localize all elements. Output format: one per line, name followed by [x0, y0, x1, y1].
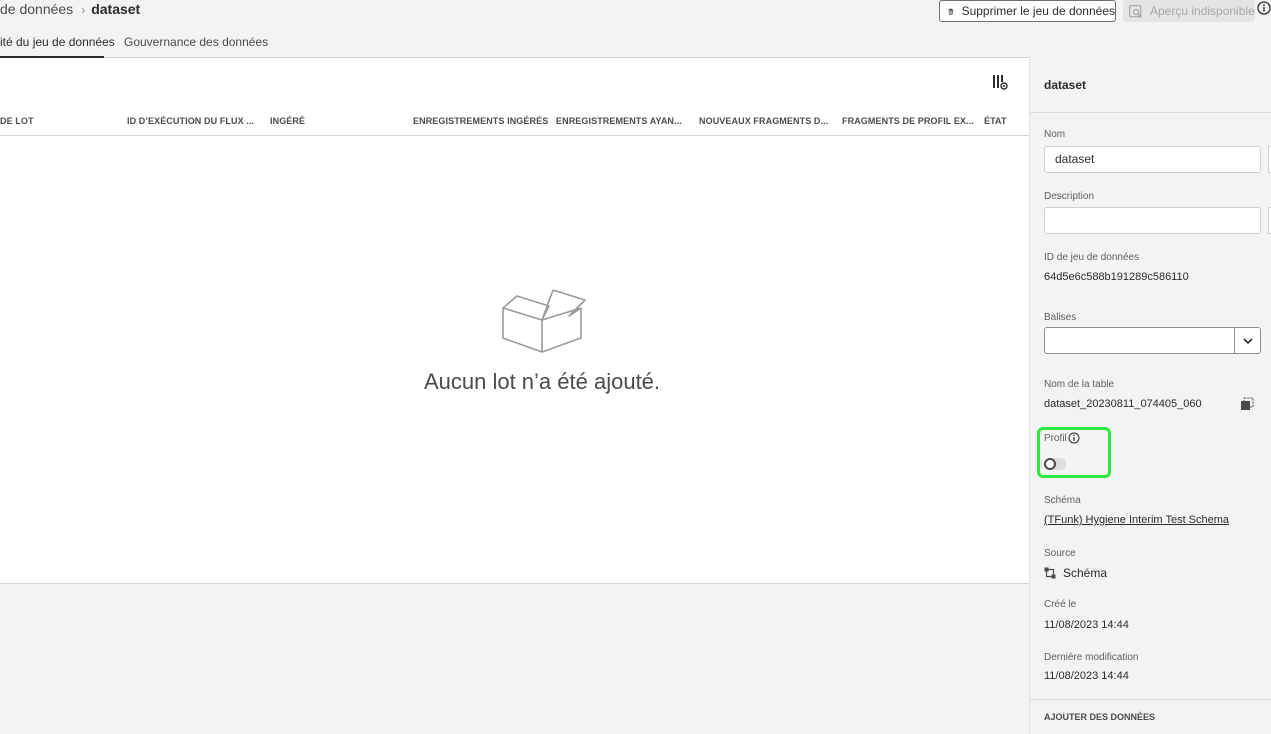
- table-name-value: dataset_20230811_074405_060: [1044, 398, 1202, 410]
- details-panel-title: dataset: [1044, 78, 1087, 92]
- name-label: Nom: [1044, 129, 1066, 140]
- table-name-label: Nom de la table: [1044, 379, 1115, 390]
- preview-unavailable-button[interactable]: Aperçu indisponible: [1123, 0, 1255, 22]
- name-input[interactable]: dataset: [1044, 146, 1261, 173]
- batches-table-panel: DE LOT ID D’EXÉCUTION DU FLUX ... INGÉRÉ…: [0, 58, 1029, 584]
- modified-label: Dernière modification: [1044, 652, 1139, 663]
- tab-bar: ité du jeu de données Gouvernance des do…: [0, 32, 1029, 58]
- dataset-details-panel: dataset Nom dataset Description ID de je…: [1030, 58, 1271, 734]
- column-header-flow-run-id[interactable]: ID D’EXÉCUTION DU FLUX ...: [127, 116, 254, 126]
- modified-value: 11/08/2023 14:44: [1044, 670, 1129, 682]
- dataset-activity-page: de données › dataset Supprimer le jeu de d…: [0, 0, 1271, 734]
- column-header-ingested[interactable]: INGÉRÉ: [270, 116, 305, 126]
- schema-link[interactable]: (TFunk) Hygiene Interim Test Schema: [1044, 514, 1229, 526]
- workflow-icon: [1044, 567, 1056, 579]
- delete-dataset-label: Supprimer le jeu de données: [961, 4, 1115, 18]
- column-header-records-ingested[interactable]: ENREGISTREMENTS INGÉRÉS: [413, 116, 548, 126]
- column-header-records-failed[interactable]: ENREGISTREMENTS AYAN...: [556, 116, 682, 126]
- tags-label: Balises: [1044, 312, 1077, 323]
- divider: [1030, 699, 1271, 700]
- tab-dataset-activity[interactable]: ité du jeu de données: [0, 35, 115, 58]
- divider: [1030, 112, 1271, 113]
- empty-state-message: Aucun lot n’a été ajouté.: [423, 369, 661, 394]
- column-header-profile-fragments[interactable]: FRAGMENTS DE PROFIL EX...: [842, 116, 974, 126]
- trash-icon: [948, 8, 954, 15]
- preview-unavailable-label: Aperçu indisponible: [1150, 4, 1255, 18]
- breadcrumb: de données › dataset: [0, 0, 140, 19]
- dataset-id-label: ID de jeu de données: [1044, 252, 1140, 263]
- source-value: Schéma: [1063, 566, 1108, 580]
- source-row: Schéma: [1044, 566, 1107, 580]
- created-value: 11/08/2023 14:44: [1044, 619, 1129, 631]
- profile-toggle[interactable]: [1044, 458, 1066, 470]
- table-header: DE LOT ID D’EXÉCUTION DU FLUX ... INGÉRÉ…: [0, 114, 1029, 136]
- source-label: Source: [1044, 548, 1076, 559]
- tab-data-governance[interactable]: Gouvernance des données: [124, 35, 268, 58]
- header: de données › dataset Supprimer le jeu de d…: [0, 0, 1271, 24]
- info-icon[interactable]: [1257, 1, 1271, 15]
- breadcrumb-current: dataset: [91, 1, 141, 17]
- empty-box-icon: [502, 289, 586, 353]
- tags-dropdown-button[interactable]: [1234, 328, 1260, 353]
- chevron-right-icon: ›: [81, 3, 86, 17]
- breadcrumb-parent[interactable]: de données: [0, 1, 73, 17]
- delete-dataset-button[interactable]: Supprimer le jeu de données: [939, 0, 1116, 22]
- dataset-id-value: 64d5e6c588b191289c586110: [1044, 271, 1189, 283]
- info-icon[interactable]: [1068, 432, 1080, 444]
- add-data-heading: AJOUTER DES DONNÉES: [1044, 712, 1156, 722]
- empty-state: Aucun lot n’a été ajouté.: [0, 288, 1084, 395]
- chevron-down-icon: [1242, 337, 1253, 344]
- column-settings-icon[interactable]: [992, 74, 1008, 90]
- profile-label: Profil: [1044, 432, 1067, 444]
- description-input[interactable]: [1044, 207, 1261, 234]
- preview-icon: [1129, 4, 1142, 18]
- created-label: Créé le: [1044, 599, 1077, 610]
- column-header-new-fragments[interactable]: NOUVEAUX FRAGMENTS D...: [699, 116, 828, 126]
- tags-combobox[interactable]: [1044, 327, 1261, 354]
- column-header-status[interactable]: ÉTAT: [984, 116, 1007, 126]
- profile-label-row: Profil: [1044, 432, 1080, 444]
- schema-label: Schéma: [1044, 495, 1081, 506]
- toggle-knob: [1044, 458, 1056, 470]
- description-label: Description: [1044, 191, 1095, 202]
- column-header-batch[interactable]: DE LOT: [0, 116, 34, 126]
- copy-icon[interactable]: [1240, 397, 1254, 411]
